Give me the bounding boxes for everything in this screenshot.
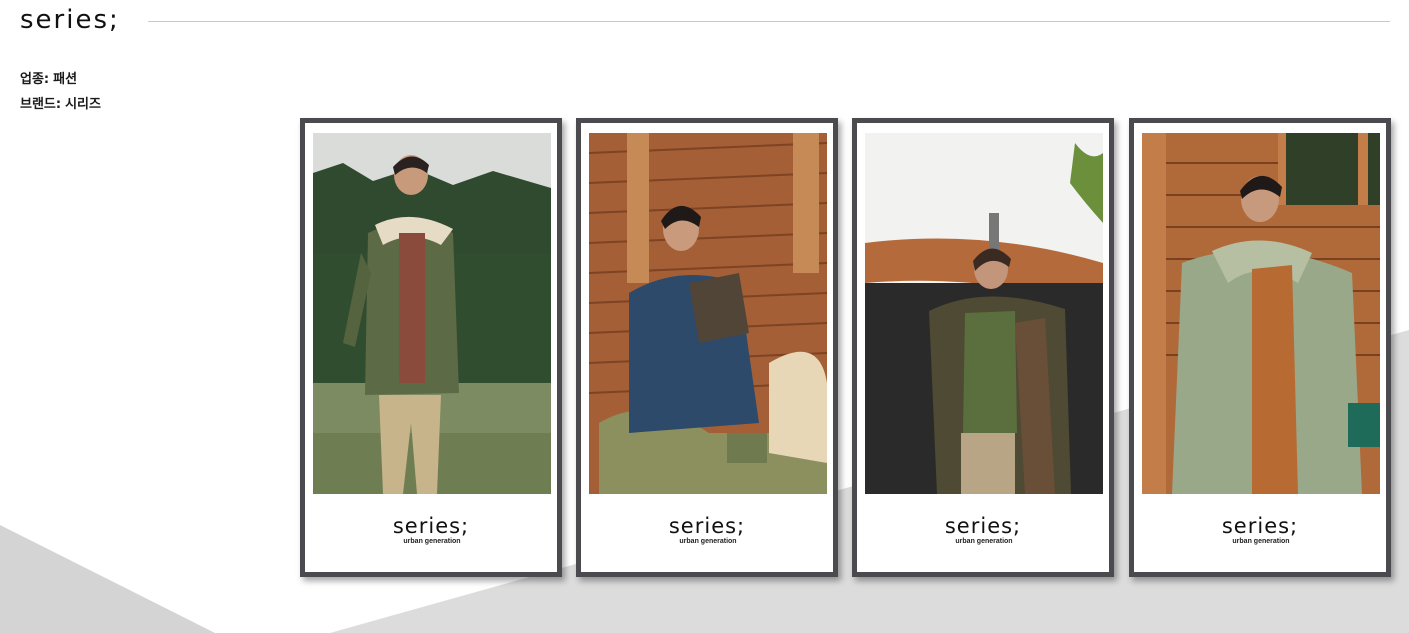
industry-label: 업종: (20, 72, 50, 87)
brand-logo: series; (20, 5, 120, 35)
poster-tagline: urban generation (403, 538, 461, 545)
header-divider (148, 21, 1390, 22)
poster-photo-wooden-wall (1142, 133, 1380, 494)
poster-logo: series; (944, 514, 1022, 538)
poster-card[interactable]: series; urban generation (576, 118, 838, 577)
poster-logo: series; (668, 514, 746, 538)
poster-card[interactable]: series; urban generation (300, 118, 562, 577)
poster-photo-cabin (589, 133, 827, 494)
poster-caption: series; urban generation (581, 515, 833, 547)
poster-photo-lakeside (313, 133, 551, 494)
poster-tagline: urban generation (955, 538, 1013, 545)
poster-card[interactable]: series; urban generation (1129, 118, 1391, 577)
industry-row: 업종: 패션 (20, 67, 101, 92)
poster-caption: series; urban generation (857, 515, 1109, 547)
poster-tagline: urban generation (1232, 538, 1290, 545)
poster-tagline: urban generation (679, 538, 737, 545)
brand-value: 시리즈 (65, 97, 101, 112)
poster-photo-camping (865, 133, 1103, 494)
poster-logo: series; (1221, 514, 1299, 538)
poster-logo: series; (392, 514, 470, 538)
page-header: series; (0, 0, 1409, 44)
poster-caption: series; urban generation (1134, 515, 1386, 547)
brand-info: 업종: 패션 브랜드: 시리즈 (20, 67, 101, 117)
industry-value: 패션 (53, 72, 78, 87)
brand-label: 브랜드: (20, 97, 62, 112)
poster-card[interactable]: series; urban generation (852, 118, 1114, 577)
poster-caption: series; urban generation (305, 515, 557, 547)
brand-row: 브랜드: 시리즈 (20, 92, 101, 117)
